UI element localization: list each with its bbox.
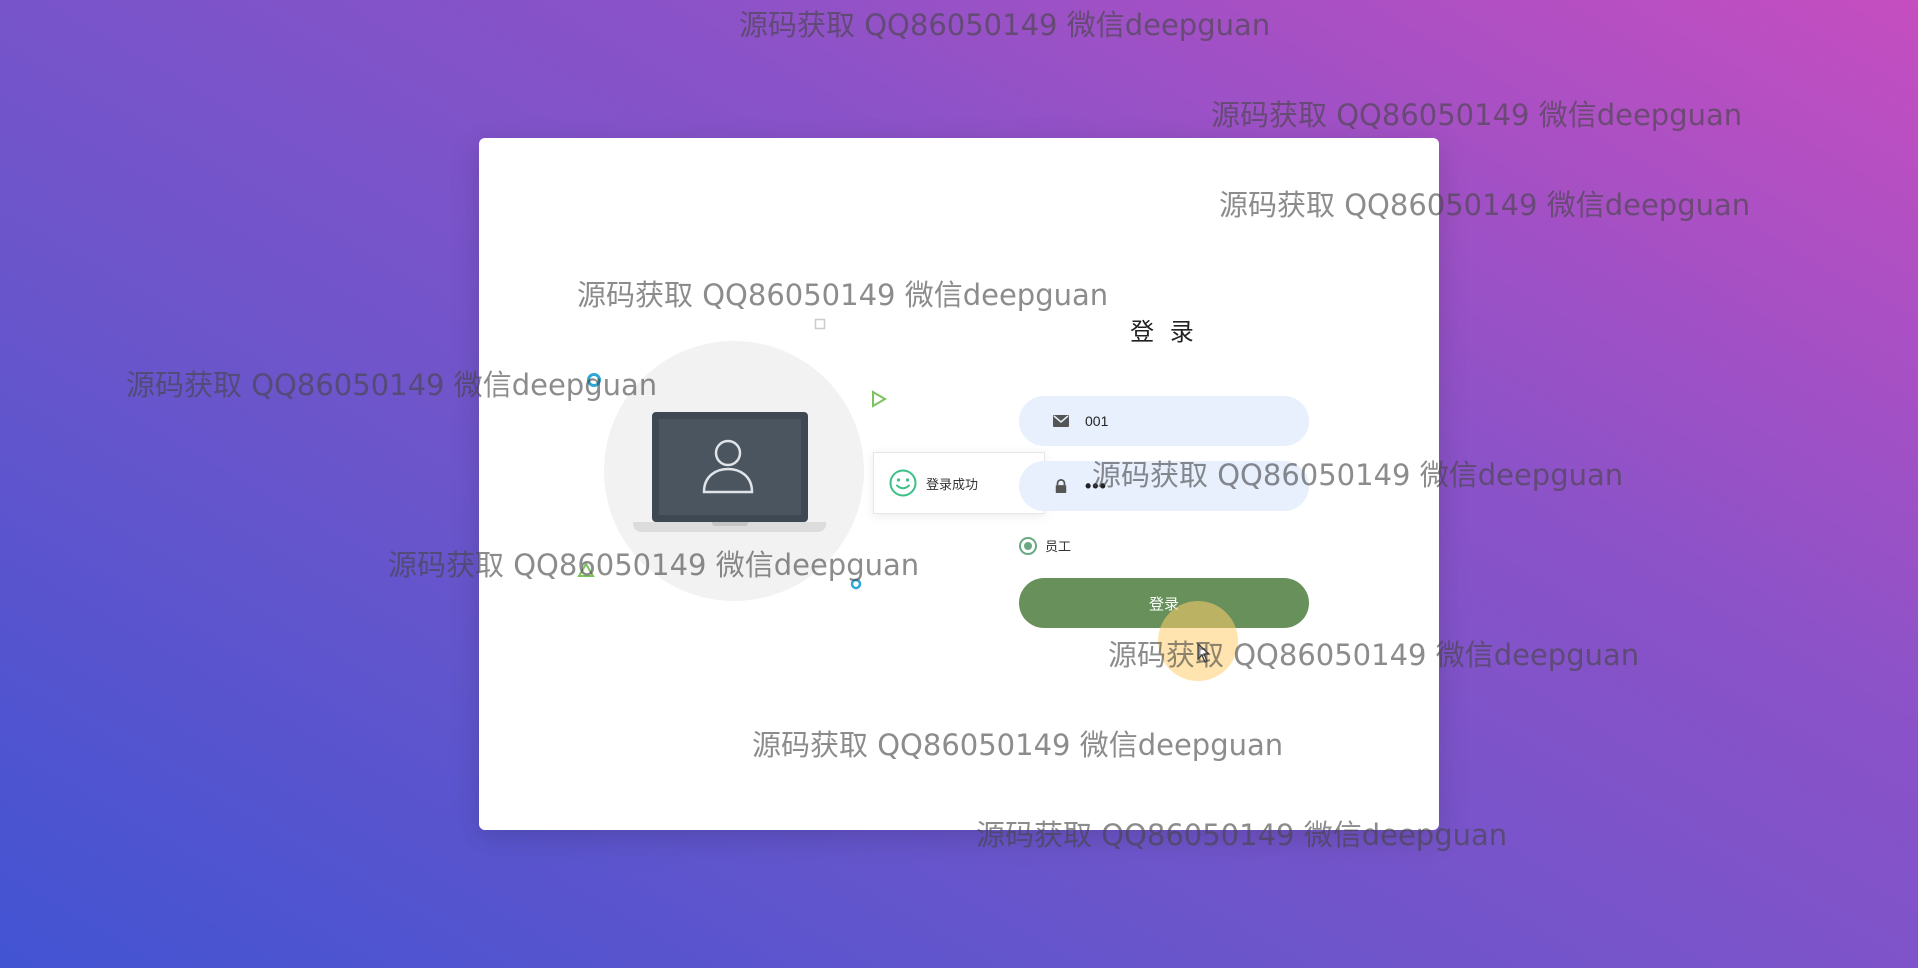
role-label: 员工 bbox=[1045, 540, 1072, 555]
user-icon bbox=[702, 439, 754, 494]
watermark-text: 源码获取 QQ86050149 微信deepguan bbox=[1092, 458, 1624, 492]
lock-icon bbox=[1055, 479, 1067, 493]
role-radio-employee[interactable]: 员工 bbox=[1019, 536, 1071, 555]
username-value: 001 bbox=[1085, 413, 1109, 429]
play-decoration-icon bbox=[872, 390, 887, 408]
smile-icon bbox=[889, 469, 917, 497]
watermark-text: 源码获取 QQ86050149 微信deepguan bbox=[752, 728, 1284, 762]
square-decoration-icon bbox=[814, 318, 826, 330]
watermark-text: 源码获取 QQ86050149 微信deepguan bbox=[1108, 638, 1640, 672]
envelope-icon bbox=[1053, 415, 1069, 427]
watermark-text: 源码获取 QQ86050149 微信deepguan bbox=[577, 278, 1109, 312]
login-title: 登 录 bbox=[1130, 318, 1198, 346]
watermark-text: 源码获取 QQ86050149 微信deepguan bbox=[1211, 98, 1743, 132]
toast-message: 登录成功 bbox=[926, 477, 979, 493]
watermark-text: 源码获取 QQ86050149 微信deepguan bbox=[1219, 188, 1751, 222]
watermark-text: 源码获取 QQ86050149 微信deepguan bbox=[976, 818, 1508, 852]
watermark-text: 源码获取 QQ86050149 微信deepguan bbox=[739, 8, 1271, 42]
username-field[interactable]: 001 bbox=[1019, 396, 1309, 446]
laptop-notch bbox=[712, 522, 748, 526]
watermark-text: 源码获取 QQ86050149 微信deepguan bbox=[388, 548, 920, 582]
radio-button[interactable] bbox=[1019, 536, 1037, 555]
watermark-text: 源码获取 QQ86050149 微信deepguan bbox=[126, 368, 658, 402]
